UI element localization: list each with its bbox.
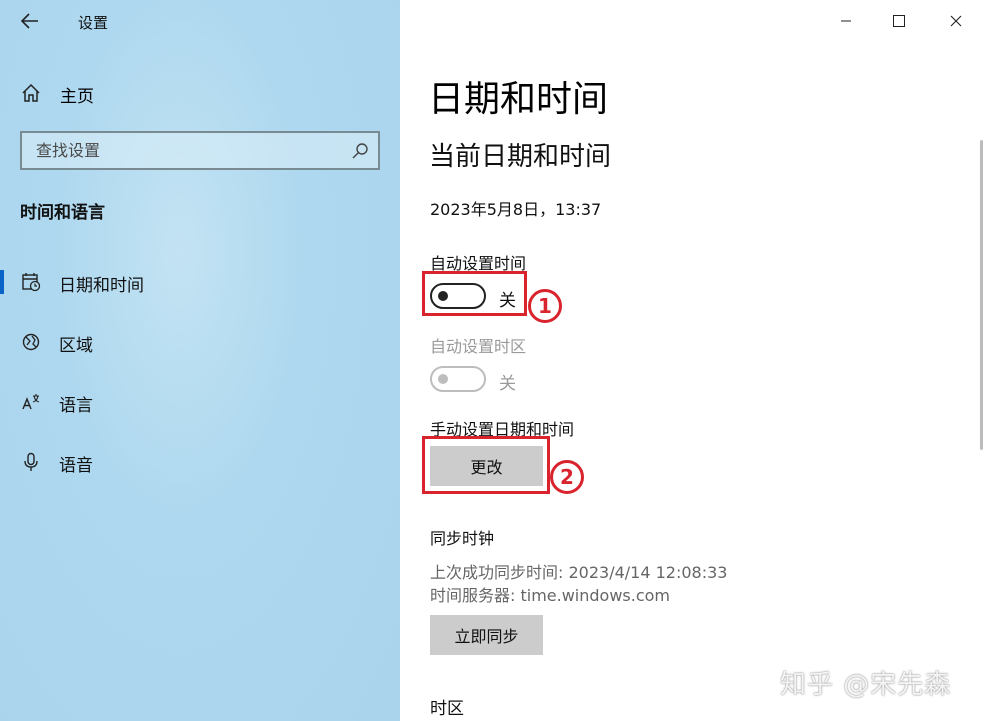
sync-clock-title: 同步时钟	[430, 529, 495, 548]
sidebar-item-label: 语言	[59, 396, 93, 416]
highlight-box-1	[422, 271, 527, 316]
step-marker-2: 2	[550, 460, 584, 494]
current-datetime: 2023年5月8日，13:37	[430, 200, 602, 219]
last-sync-text: 上次成功同步时间: 2023/4/14 12:08:33	[430, 563, 728, 582]
minimize-button[interactable]	[818, 0, 874, 42]
maximize-icon	[893, 15, 905, 27]
minimize-icon	[841, 20, 851, 22]
sidebar-item-language[interactable]: 语言	[0, 380, 400, 424]
time-server-text: 时间服务器: time.windows.com	[430, 586, 671, 605]
sidebar-item-home[interactable]: 主页	[0, 74, 400, 112]
sidebar-item-label: 语音	[59, 456, 93, 476]
language-icon	[20, 391, 42, 413]
selection-indicator	[0, 270, 4, 294]
auto-timezone-state: 关	[499, 374, 516, 394]
sidebar-item-label: 主页	[60, 87, 94, 107]
sidebar-item-label: 区域	[59, 336, 93, 356]
microphone-icon	[20, 451, 42, 473]
back-button[interactable]	[14, 7, 46, 35]
toggle-knob	[438, 374, 448, 384]
sidebar: 设置 主页 时间和语言 日期和时间	[0, 0, 400, 721]
highlight-box-2	[422, 436, 550, 494]
auto-timezone-toggle	[430, 366, 486, 392]
globe-icon	[20, 331, 42, 353]
sidebar-item-date-time[interactable]: 日期和时间	[0, 260, 400, 304]
sidebar-section-title: 时间和语言	[20, 203, 105, 223]
step-marker-1: 1	[528, 289, 562, 323]
search-icon[interactable]	[350, 141, 370, 161]
close-button[interactable]	[928, 0, 984, 42]
auto-timezone-label: 自动设置时区	[430, 337, 527, 356]
section-heading-current: 当前日期和时间	[429, 142, 612, 172]
search-input[interactable]	[22, 133, 342, 168]
sidebar-item-region[interactable]: 区域	[0, 320, 400, 364]
title-bar-left: 设置	[0, 0, 400, 42]
search-box[interactable]	[20, 131, 380, 170]
scrollbar[interactable]	[980, 140, 983, 450]
sync-now-button[interactable]: 立即同步	[430, 615, 543, 655]
page-title: 日期和时间	[428, 79, 609, 120]
sidebar-item-speech[interactable]: 语音	[0, 440, 400, 484]
timezone-section-title: 时区	[430, 699, 464, 719]
maximize-button[interactable]	[871, 0, 927, 42]
back-arrow-icon	[21, 13, 38, 29]
watermark: 知乎 @宋先森	[780, 670, 952, 700]
sidebar-item-label: 日期和时间	[59, 276, 144, 296]
calendar-clock-icon	[20, 271, 42, 293]
close-icon	[950, 15, 962, 27]
home-icon	[20, 82, 42, 104]
app-title: 设置	[78, 14, 109, 32]
main-panel: 日期和时间 当前日期和时间 2023年5月8日，13:37 自动设置时间 关 1…	[400, 0, 985, 721]
